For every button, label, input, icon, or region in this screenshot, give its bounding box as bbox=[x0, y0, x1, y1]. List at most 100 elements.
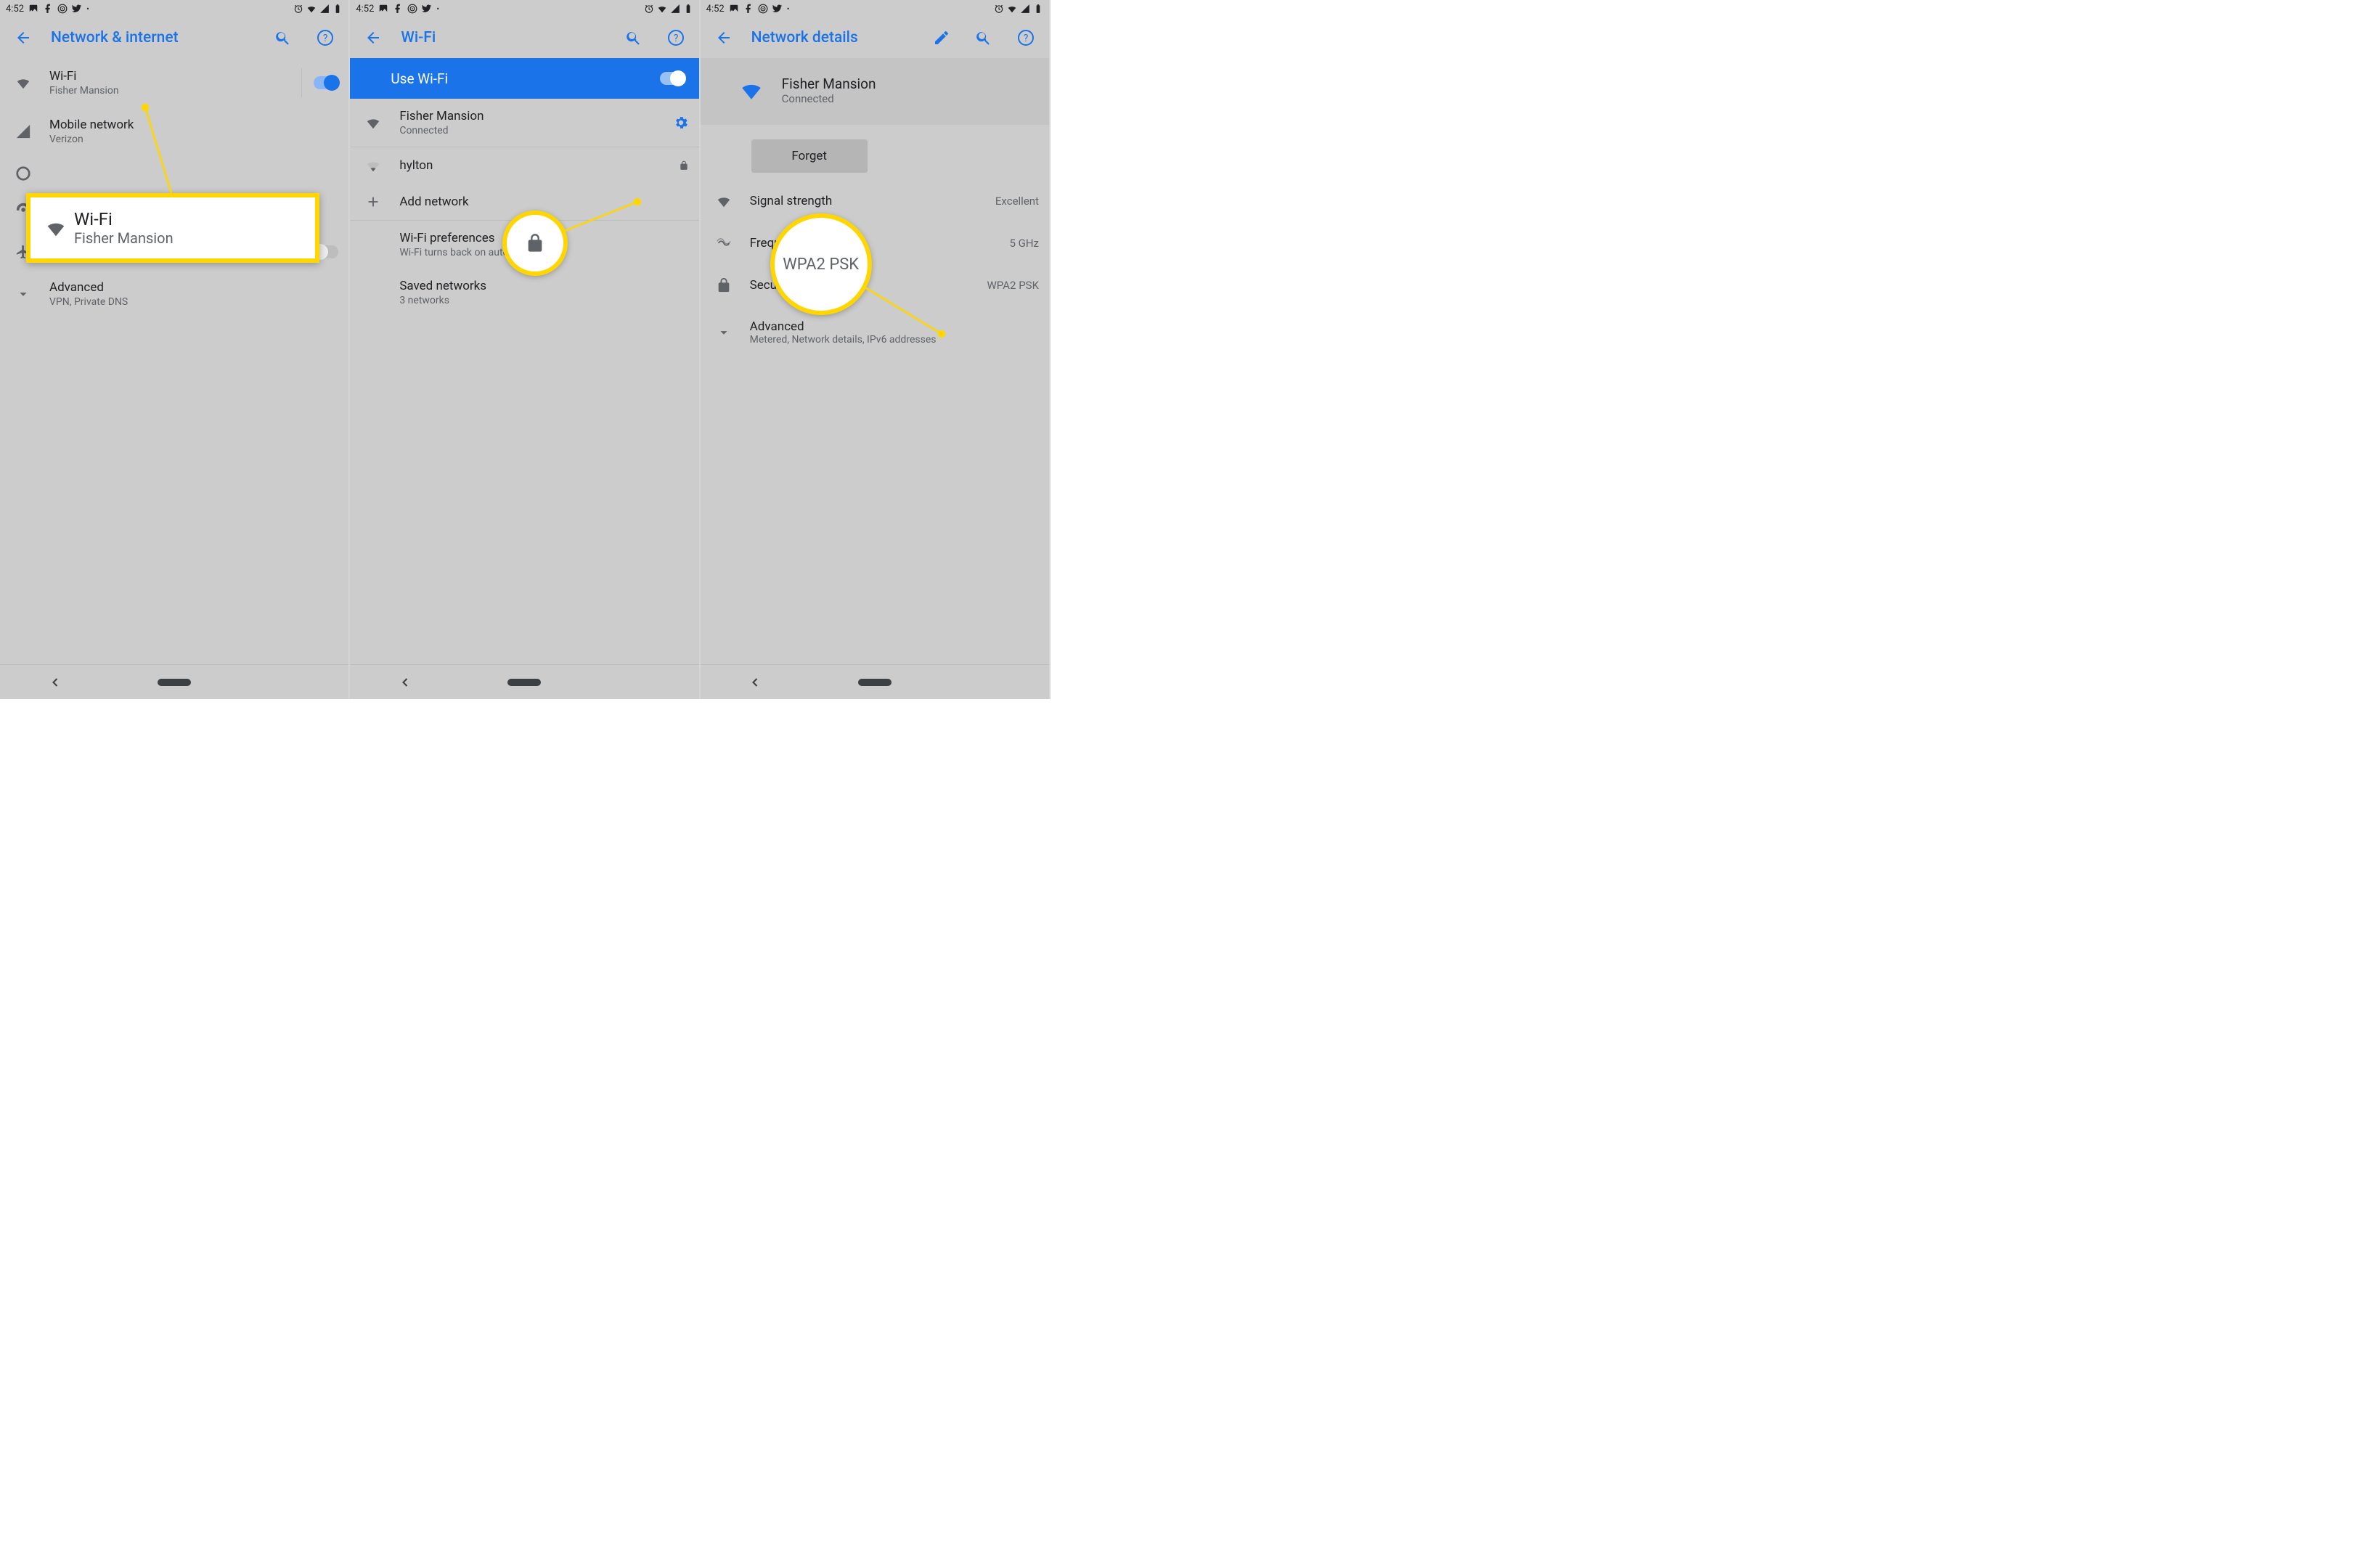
back-arrow-icon bbox=[15, 29, 32, 46]
search-button[interactable] bbox=[269, 23, 298, 52]
forget-button[interactable]: Forget bbox=[751, 139, 868, 173]
lock-icon bbox=[716, 277, 732, 293]
page-title: Wi-Fi bbox=[401, 29, 605, 46]
callout-security-circle: WPA2 PSK bbox=[770, 213, 872, 315]
security-value: WPA2 PSK bbox=[987, 279, 1039, 292]
wifi-icon bbox=[739, 78, 764, 102]
forget-label: Forget bbox=[791, 149, 827, 163]
back-arrow-icon bbox=[364, 29, 382, 46]
saved-networks-row[interactable]: Saved networks 3 networks bbox=[350, 269, 698, 317]
appbar: Network & internet ? bbox=[0, 17, 348, 58]
callout-lock-circle bbox=[502, 211, 568, 276]
callout-security-text: WPA2 PSK bbox=[783, 256, 859, 274]
network-name: Fisher Mansion bbox=[399, 109, 659, 123]
mobile-title: Mobile network bbox=[49, 118, 338, 132]
use-wifi-banner[interactable]: Use Wi-Fi bbox=[350, 58, 698, 99]
help-icon: ? bbox=[1017, 29, 1035, 46]
callout-title: Wi-Fi bbox=[74, 209, 174, 229]
network-status: Connected bbox=[399, 125, 659, 136]
lock-icon bbox=[679, 160, 689, 171]
twitter-icon bbox=[772, 4, 783, 14]
advanced-sub: VPN, Private DNS bbox=[49, 296, 338, 308]
statusbar: 4:52 • bbox=[0, 0, 348, 17]
alarm-icon bbox=[293, 4, 303, 14]
help-button[interactable]: ? bbox=[661, 23, 690, 52]
search-button[interactable] bbox=[969, 23, 998, 52]
pinterest-icon bbox=[57, 4, 68, 14]
help-icon: ? bbox=[317, 29, 334, 46]
divider bbox=[301, 68, 302, 97]
gallery-icon bbox=[378, 4, 388, 14]
appbar: Wi-Fi ? bbox=[350, 17, 698, 58]
lock-indicator bbox=[679, 160, 689, 171]
status-time: 4:52 bbox=[6, 4, 24, 15]
more-indicator: • bbox=[787, 4, 790, 14]
svg-text:?: ? bbox=[323, 33, 328, 44]
network-connected[interactable]: Fisher Mansion Connected bbox=[350, 99, 698, 147]
network-name: hylton bbox=[399, 158, 665, 173]
help-button[interactable]: ? bbox=[1011, 23, 1040, 52]
wifi-toggle[interactable] bbox=[314, 76, 338, 89]
advanced-title: Advanced bbox=[49, 280, 338, 295]
nav-back-icon[interactable] bbox=[48, 675, 62, 690]
search-icon bbox=[975, 29, 992, 46]
navbar bbox=[701, 664, 1049, 699]
search-icon bbox=[625, 29, 642, 46]
page-title: Network & internet bbox=[51, 29, 256, 46]
hero-status: Connected bbox=[782, 92, 876, 105]
alarm-icon bbox=[994, 4, 1004, 14]
status-time: 4:52 bbox=[356, 4, 374, 15]
help-button[interactable]: ? bbox=[311, 23, 340, 52]
advanced-row[interactable]: Advanced Metered, Network details, IPv6 … bbox=[701, 306, 1049, 359]
wifi-icon bbox=[45, 217, 67, 239]
back-button[interactable] bbox=[709, 23, 738, 52]
facebook-icon bbox=[393, 4, 403, 14]
row-wifi[interactable]: Wi-Fi Fisher Mansion bbox=[0, 58, 348, 107]
edit-button[interactable] bbox=[927, 23, 956, 52]
row-data-usage[interactable] bbox=[0, 155, 348, 186]
chevron-down-icon bbox=[716, 324, 732, 340]
network-hero: Fisher Mansion Connected bbox=[701, 58, 1049, 125]
plus-icon bbox=[365, 194, 381, 210]
cell-signal-icon bbox=[319, 4, 330, 14]
nav-home-pill[interactable] bbox=[858, 679, 892, 686]
pinterest-icon bbox=[758, 4, 768, 14]
help-icon: ? bbox=[667, 29, 685, 46]
cell-signal-icon bbox=[1020, 4, 1030, 14]
row-mobile[interactable]: Mobile network Verizon bbox=[0, 107, 348, 155]
network-other[interactable]: hylton bbox=[350, 147, 698, 184]
screen-wifi-list: 4:52 • Wi-Fi ? Use Wi-Fi bbox=[350, 0, 700, 699]
twitter-icon bbox=[72, 4, 82, 14]
nav-home-pill[interactable] bbox=[158, 679, 191, 686]
back-button[interactable] bbox=[359, 23, 388, 52]
wifi-icon bbox=[15, 75, 31, 91]
nav-home-pill[interactable] bbox=[507, 679, 541, 686]
network-settings-button[interactable] bbox=[673, 115, 689, 131]
hero-name: Fisher Mansion bbox=[782, 75, 876, 92]
nav-back-icon[interactable] bbox=[748, 675, 762, 690]
callout-wifi-card: Wi-Fi Fisher Mansion bbox=[26, 193, 319, 263]
wifi-full-icon bbox=[365, 115, 381, 131]
row-advanced[interactable]: Advanced VPN, Private DNS bbox=[0, 270, 348, 318]
signal-row: Signal strength Excellent bbox=[701, 180, 1049, 222]
svg-text:?: ? bbox=[673, 33, 678, 44]
navbar bbox=[350, 664, 698, 699]
add-network-label: Add network bbox=[399, 195, 688, 209]
wifi-title: Wi-Fi bbox=[49, 69, 288, 83]
back-button[interactable] bbox=[9, 23, 38, 52]
back-arrow-icon bbox=[715, 29, 733, 46]
frequency-icon bbox=[716, 235, 732, 251]
statusbar: 4:52 • bbox=[350, 0, 698, 17]
frequency-value: 5 GHz bbox=[1009, 237, 1039, 250]
twitter-icon bbox=[422, 4, 432, 14]
saved-sub: 3 networks bbox=[399, 295, 688, 306]
nav-back-icon[interactable] bbox=[398, 675, 412, 690]
signal-label: Signal strength bbox=[750, 194, 982, 208]
use-wifi-label: Use Wi-Fi bbox=[391, 70, 448, 87]
search-button[interactable] bbox=[619, 23, 648, 52]
cell-signal-icon bbox=[670, 4, 680, 14]
use-wifi-toggle[interactable] bbox=[660, 72, 685, 85]
wifi-status-icon bbox=[657, 4, 667, 14]
facebook-icon bbox=[43, 4, 53, 14]
mobile-sub: Verizon bbox=[49, 134, 338, 145]
